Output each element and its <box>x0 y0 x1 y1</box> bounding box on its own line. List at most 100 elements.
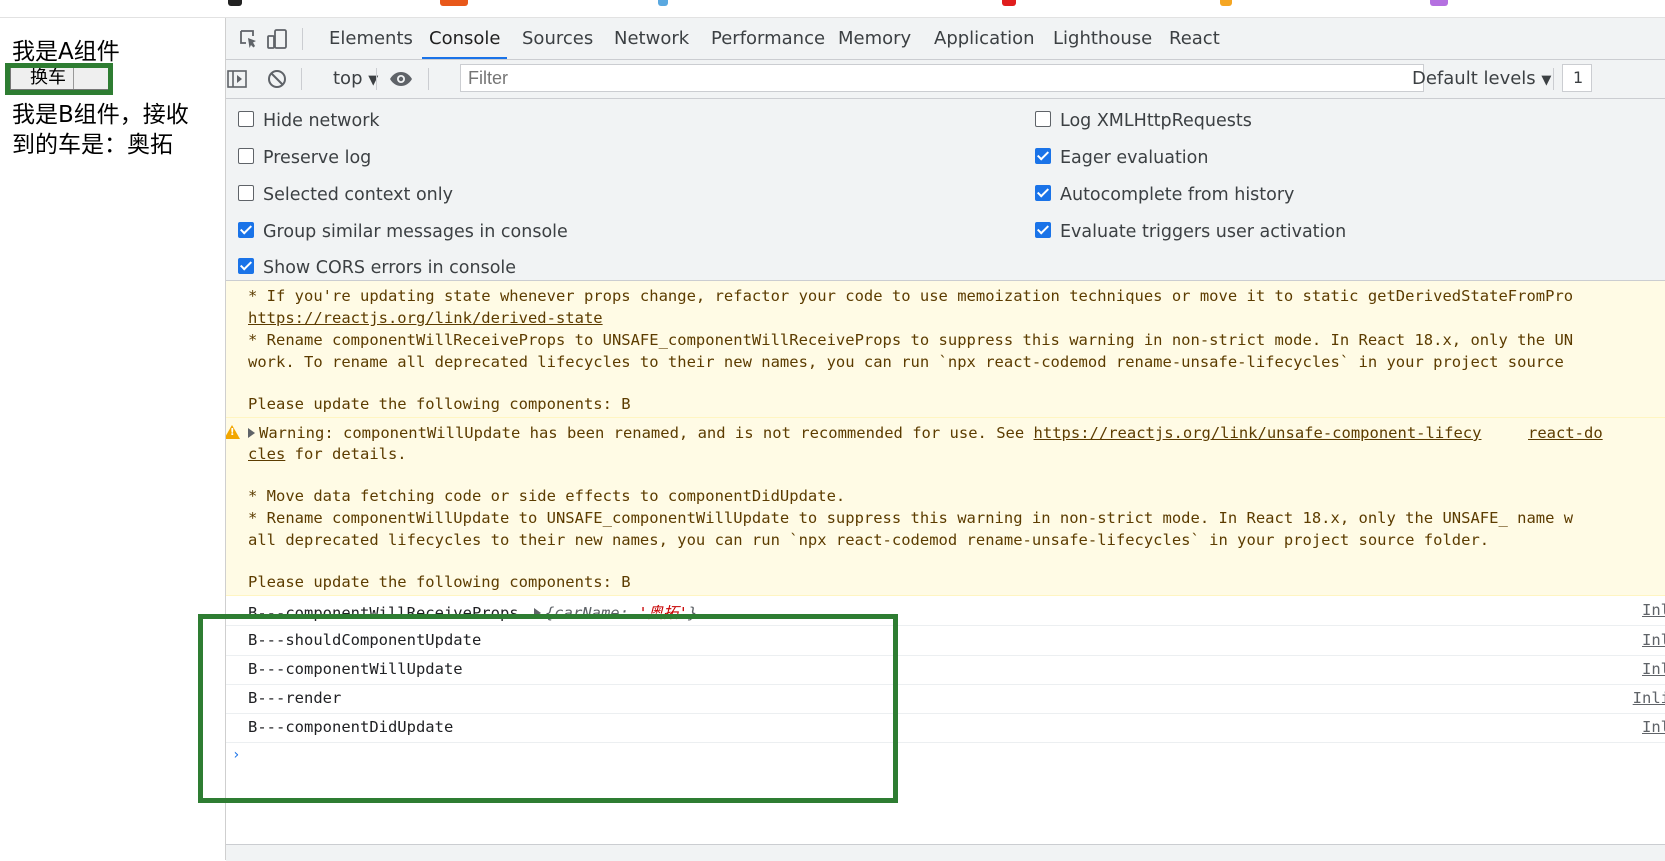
setting-label: Preserve log <box>263 148 372 168</box>
component-b-text: 我是B组件，接收 到的车是：奥拓 <box>12 100 212 160</box>
console-filter-input[interactable] <box>460 64 1424 92</box>
show-sidebar-icon[interactable] <box>226 68 248 90</box>
console-prompt[interactable]: › <box>232 747 240 763</box>
warning-line: * Move data fetching code or side effect… <box>248 487 846 505</box>
warning-line: cles for details. <box>248 445 407 463</box>
setting-label: Show CORS errors in console <box>263 258 517 278</box>
obj-brace: } <box>687 604 698 622</box>
lifecycle-link-cont[interactable]: cles <box>248 445 285 463</box>
toolbar-separator <box>376 68 377 90</box>
context-label: top <box>333 68 363 89</box>
bookmarks-bar <box>0 0 1665 18</box>
swap-car-button[interactable]: 换车 <box>10 66 110 90</box>
obj-key: carName <box>554 604 620 622</box>
tab-lighthouse[interactable]: Lighthouse <box>1052 18 1153 59</box>
setting-label: Log XMLHttpRequests <box>1060 111 1252 131</box>
autocomplete-checkbox[interactable] <box>1035 185 1051 201</box>
lifecycle-link[interactable]: https://reactjs.org/link/unsafe-componen… <box>1034 424 1482 442</box>
tab-network[interactable]: Network <box>613 18 690 59</box>
warning-line: Warning: componentWillUpdate has been re… <box>248 424 1481 442</box>
log-row: B---render Inli <box>226 684 1665 714</box>
tab-memory[interactable]: Memory <box>837 18 912 59</box>
warning-line: * Rename componentWillUpdate to UNSAFE_c… <box>248 509 1574 527</box>
warning-source-link[interactable]: react-do <box>1528 424 1603 442</box>
inspect-element-icon[interactable] <box>238 28 260 50</box>
log-row: B---componentDidUpdate Inl <box>226 713 1665 743</box>
setting-preserve-log[interactable]: Preserve log <box>238 147 371 169</box>
obj-colon: : <box>619 604 639 622</box>
log-levels-dropdown[interactable]: Default levels ▼ <box>1412 60 1551 100</box>
warning-line: * If you're updating state whenever prop… <box>248 287 1574 305</box>
console-drawer[interactable] <box>226 844 1665 861</box>
console-settings-pane: Hide network Preserve log Selected conte… <box>226 99 1665 281</box>
log-message: B---shouldComponentUpdate <box>248 631 482 649</box>
issues-counter[interactable]: 1 <box>1562 64 1592 92</box>
app-page: 我是A组件 换车 我是B组件，接收 到的车是：奥拓 <box>0 18 225 860</box>
setting-group-similar[interactable]: Group similar messages in console <box>238 221 568 243</box>
warning-text: Warning: componentWillUpdate has been re… <box>259 424 1034 442</box>
setting-label: Group similar messages in console <box>263 222 568 242</box>
tabbar-separator <box>302 28 303 50</box>
component-b-line2: 到的车是：奥拓 <box>12 132 173 158</box>
warning-message: Warning: componentWillUpdate has been re… <box>226 418 1665 596</box>
obj-value: '奥拓' <box>638 604 688 622</box>
component-a-title: 我是A组件 <box>12 39 120 65</box>
derived-state-link[interactable]: https://reactjs.org/link/derived-state <box>248 309 603 327</box>
log-levels-label: Default levels <box>1412 68 1536 89</box>
console-toolbar: top ▼ Default levels ▼ 1 <box>226 60 1665 99</box>
tab-elements[interactable]: Elements <box>328 18 414 59</box>
toolbar-separator <box>428 68 429 90</box>
log-source-link[interactable]: Inl <box>1642 660 1665 678</box>
live-expression-eye-icon[interactable] <box>388 68 414 90</box>
tab-performance[interactable]: Performance <box>710 18 826 59</box>
setting-show-cors[interactable]: Show CORS errors in console <box>238 257 516 279</box>
devtools-panel: Elements Console Sources Network Perform… <box>225 18 1665 861</box>
setting-label: Hide network <box>263 111 380 131</box>
log-row: B---componentWillReceiveProps {carName: … <box>226 596 1665 626</box>
log-message: B---componentWillUpdate <box>248 660 463 678</box>
log-source-link[interactable]: Inli <box>1633 689 1665 707</box>
toolbar-separator <box>1553 68 1554 90</box>
log-row: B---componentWillUpdate Inl <box>226 655 1665 685</box>
setting-label: Selected context only <box>263 185 453 205</box>
expand-object-icon[interactable] <box>533 607 541 618</box>
warning-text: for details. <box>285 445 407 463</box>
hide-network-checkbox[interactable] <box>238 111 254 127</box>
clear-console-icon[interactable] <box>266 68 288 90</box>
log-source-link[interactable]: Inl <box>1642 718 1665 736</box>
warning-line: all deprecated lifecycles to their new n… <box>248 531 1490 549</box>
setting-autocomplete[interactable]: Autocomplete from history <box>1035 184 1294 206</box>
setting-hide-network[interactable]: Hide network <box>238 110 380 132</box>
show-cors-checkbox[interactable] <box>238 258 254 274</box>
setting-selected-context[interactable]: Selected context only <box>238 184 453 206</box>
group-similar-checkbox[interactable] <box>238 222 254 238</box>
swap-car-label: 换车 <box>23 67 74 89</box>
log-source-link[interactable]: Inl <box>1642 601 1665 619</box>
log-row: B---shouldComponentUpdate Inl <box>226 626 1665 656</box>
console-output: * If you're updating state whenever prop… <box>226 281 1665 860</box>
log-source-link[interactable]: Inl <box>1642 631 1665 649</box>
eval-triggers-checkbox[interactable] <box>1035 222 1051 238</box>
warning-message: * If you're updating state whenever prop… <box>226 281 1665 418</box>
setting-log-xhr[interactable]: Log XMLHttpRequests <box>1035 110 1252 132</box>
warning-icon <box>226 425 240 439</box>
device-toolbar-icon[interactable] <box>266 28 288 50</box>
selected-context-checkbox[interactable] <box>238 185 254 201</box>
toolbar-separator <box>301 68 302 90</box>
tab-react[interactable]: React <box>1168 18 1221 59</box>
tab-sources[interactable]: Sources <box>521 18 594 59</box>
log-message: B---render <box>248 689 342 707</box>
setting-label: Evaluate triggers user activation <box>1060 222 1347 242</box>
setting-eval-triggers[interactable]: Evaluate triggers user activation <box>1035 221 1346 243</box>
component-b-line1: 我是B组件，接收 <box>12 102 189 128</box>
setting-eager-eval[interactable]: Eager evaluation <box>1035 147 1208 169</box>
log-xhr-checkbox[interactable] <box>1035 111 1051 127</box>
warning-line: * Rename componentWillReceiveProps to UN… <box>248 331 1574 349</box>
preserve-log-checkbox[interactable] <box>238 148 254 164</box>
context-selector[interactable]: top ▼ <box>333 60 378 100</box>
expand-triangle-icon[interactable] <box>248 427 255 438</box>
setting-label: Eager evaluation <box>1060 148 1209 168</box>
eager-eval-checkbox[interactable] <box>1035 148 1051 164</box>
tab-application[interactable]: Application <box>933 18 1036 59</box>
tab-console[interactable]: Console <box>421 18 508 59</box>
